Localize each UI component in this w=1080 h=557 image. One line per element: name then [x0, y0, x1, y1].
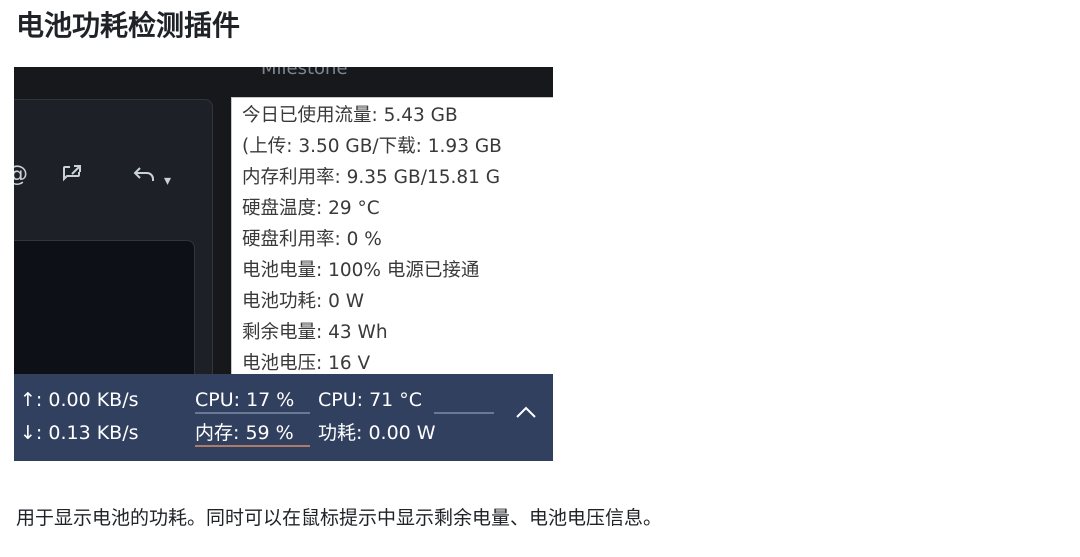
reply-icon[interactable]: [132, 162, 158, 193]
memory-usage-bar: [195, 445, 310, 447]
chevron-up-icon[interactable]: [508, 395, 544, 431]
dropdown-arrow-icon[interactable]: ▾: [164, 168, 171, 194]
download-speed: ↓: 0.13 KB/s: [20, 422, 139, 444]
cpu-temp-bar: [434, 412, 494, 414]
taskbar: ↑: 0.00 KB/s ↓: 0.13 KB/s CPU: 17 % CPU:…: [14, 374, 553, 461]
editor-panel: @ ▾: [14, 99, 213, 442]
cpu-usage[interactable]: CPU: 17 %: [195, 388, 294, 412]
tooltip-line-upload-download: (上传: 3.50 GB/下载: 1.93 GB: [242, 136, 502, 157]
description-text: 用于显示电池的功耗。同时可以在鼠标提示中显示剩余电量、电池电压信息。: [16, 507, 663, 529]
cpu-usage-bar: [195, 412, 310, 414]
tooltip-line-disk-usage: 硬盘利用率: 0 %: [242, 229, 382, 250]
memory-usage[interactable]: 内存: 59 %: [195, 421, 294, 445]
tooltip-line-traffic: 今日已使用流量: 5.43 GB: [242, 105, 458, 126]
tooltip-line-disk-temp: 硬盘温度: 29 °C: [242, 198, 380, 219]
tooltip-line-battery-level: 电池电量: 100% 电源已接通: [242, 260, 480, 281]
tooltip-line-battery-power: 电池功耗: 0 W: [242, 291, 365, 312]
tooltip-line-memory: 内存利用率: 9.35 GB/15.81 G: [242, 167, 501, 188]
page-heading: 电池功耗检测插件: [16, 9, 241, 42]
screenshot-frame: Milestone @ ▾ 今日已使用流量: 5.43 GB (上传: 3.50…: [14, 67, 553, 461]
at-sign-icon[interactable]: @: [14, 162, 28, 188]
tooltip-line-remaining-energy: 剩余电量: 43 Wh: [242, 322, 388, 343]
share-icon[interactable]: [60, 162, 84, 193]
app-title: Milestone: [261, 67, 348, 79]
tooltip-line-battery-voltage: 电池电压: 16 V: [242, 353, 371, 374]
upload-speed: ↑: 0.00 KB/s: [20, 389, 139, 411]
cpu-temperature[interactable]: CPU: 71 °C: [318, 388, 422, 412]
tooltip: 今日已使用流量: 5.43 GB (上传: 3.50 GB/下载: 1.93 G…: [231, 97, 553, 387]
power-consumption[interactable]: 功耗: 0.00 W: [318, 421, 436, 445]
